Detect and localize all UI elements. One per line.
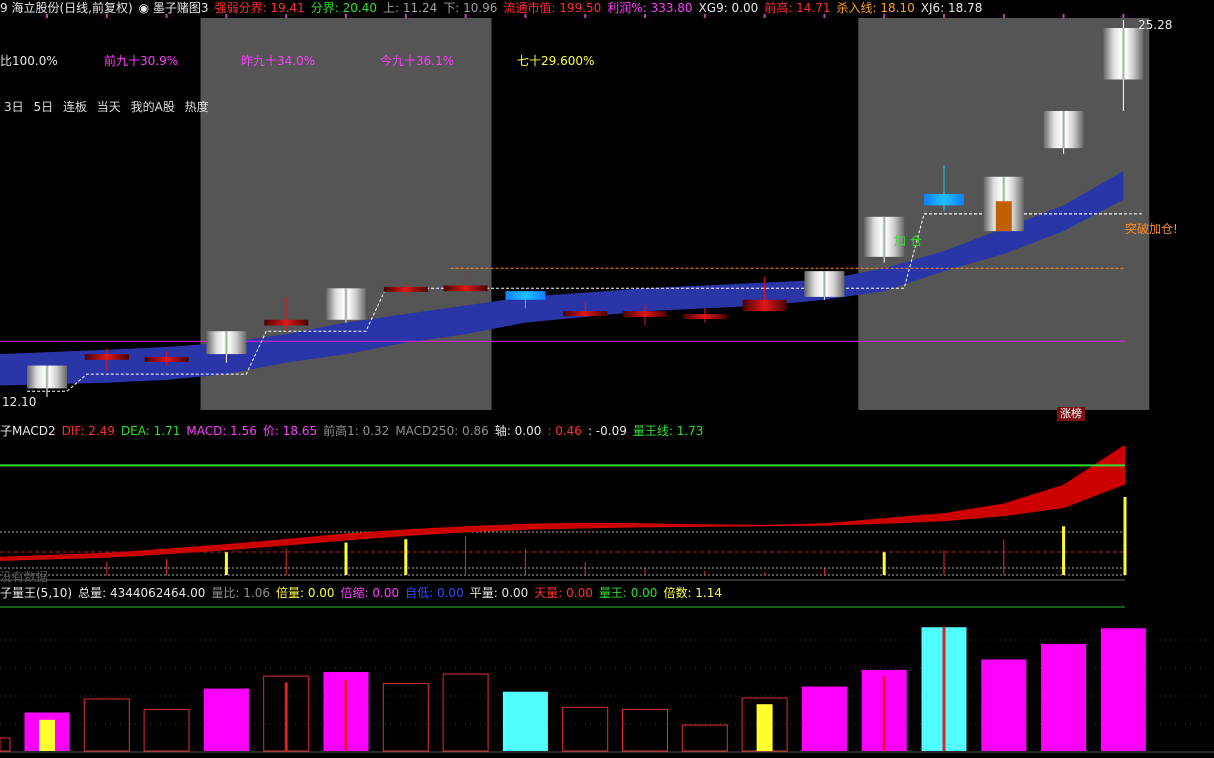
candle-body <box>1103 28 1144 80</box>
macd-item-2: DEA: 1.71 <box>120 424 181 438</box>
vol-inner-red <box>284 682 288 751</box>
candle-body <box>924 193 964 206</box>
hdr-item-9: 前高: 14.71 <box>764 1 831 15</box>
candle-body <box>443 285 488 292</box>
add-position-label: 加 仓 <box>894 234 922 248</box>
candle-body <box>682 314 727 320</box>
tab-3day[interactable]: 3日 <box>4 100 24 114</box>
vol-bar-partial <box>0 737 11 752</box>
hdr-item-5: 下: 10.96 <box>443 1 498 15</box>
vol-inner-red <box>942 627 946 751</box>
vol-bar <box>681 724 728 752</box>
tab-today[interactable]: 当天 <box>97 100 121 114</box>
hdr-item-6: 流通市值: 199.50 <box>503 1 602 15</box>
tab-5day[interactable]: 5日 <box>33 100 53 114</box>
vol-bar <box>203 688 249 751</box>
vol-item-0: 子量王(5,10) <box>0 586 73 600</box>
macd-item-4: 价: 18.65 <box>262 424 318 438</box>
macd-item-7: 轴: 0.00 <box>494 424 542 438</box>
vol-item-8: 量王: 0.00 <box>598 586 658 600</box>
hdr-item-1: ◉ 墨子赌图3 <box>138 1 209 15</box>
vol-inner-yellow <box>39 719 55 751</box>
vol-bar <box>1041 643 1087 751</box>
vol-bar <box>143 708 190 752</box>
pct-label-4: 七十29.600% <box>517 54 595 68</box>
no-data-watermark: 没有数据 <box>0 570 49 584</box>
pct-label-1: 前九十30.9% <box>104 54 179 68</box>
indicator-header: 9 海立股份(日线,前复权) ◉ 墨子赌图3 强弱分界: 19.41 分界: 20.4… <box>0 0 988 16</box>
vol-bar <box>83 698 130 752</box>
vol-item-9: 倍数: 1.14 <box>663 586 723 600</box>
candle-body <box>84 354 129 360</box>
vol-item-6: 平量: 0.00 <box>469 586 529 600</box>
tab-consecutive[interactable]: 连板 <box>63 100 87 114</box>
macd-item-8: : 0.46 <box>547 424 582 438</box>
vol-bar <box>801 686 847 751</box>
hdr-item-7: 利润%: 333.80 <box>607 1 693 15</box>
macd-header: 子MACD2 DIF: 2.49 DEA: 1.71 MACD: 1.56 价: 18.… <box>0 423 709 439</box>
hdr-item-0: 9 海立股份(日线,前复权) <box>0 1 133 15</box>
pct-label-0: 比100.0% <box>0 54 58 68</box>
vol-item-1: 总量: 4344062464.00 <box>78 586 206 600</box>
candle-body <box>264 319 309 326</box>
candle-body <box>326 288 366 320</box>
candle-body <box>1043 110 1084 149</box>
candle-body <box>623 311 667 317</box>
macd-item-3: MACD: 1.56 <box>186 424 257 438</box>
macd-item-6: MACD250: 0.86 <box>395 424 489 438</box>
macd-item-9: : -0.09 <box>587 424 627 438</box>
vol-item-5: 自低: 0.00 <box>405 586 464 600</box>
volume-header: 子量王(5,10) 总量: 4344062464.00 量比: 1.06 倍量: 0.… <box>0 585 728 601</box>
macd-item-1: DIF: 2.49 <box>61 424 115 438</box>
vol-bar <box>442 673 489 752</box>
limit-up-badge[interactable]: 涨榜 <box>1057 407 1085 421</box>
candle-body <box>144 356 189 362</box>
candle-inner-bar <box>995 201 1012 232</box>
hdr-item-11: XJ6: 18.78 <box>920 1 983 15</box>
candle-body <box>206 331 247 355</box>
vol-item-7: 天量: 0.00 <box>534 586 593 600</box>
vol-bar <box>1100 628 1146 751</box>
vol-inner-red <box>882 676 886 751</box>
macd-item-0: 子MACD2 <box>0 424 56 438</box>
candle-body <box>742 299 787 312</box>
vol-inner-yellow <box>756 704 773 751</box>
low-price-label: 12.10 <box>2 395 37 409</box>
hdr-item-8: XG9: 0.00 <box>698 1 759 15</box>
vol-item-3: 倍量: 0.00 <box>275 586 335 600</box>
tab-heat[interactable]: 热度 <box>185 100 209 114</box>
vol-item-4: 倍缩: 0.00 <box>340 586 400 600</box>
vol-bar <box>622 708 668 752</box>
vol-item-2: 量比: 1.06 <box>211 586 270 600</box>
vol-bar <box>502 691 548 751</box>
vol-bar <box>382 682 429 752</box>
candle-body <box>27 365 67 389</box>
hdr-item-2: 强弱分界: 19.41 <box>214 1 305 15</box>
vol-bar <box>981 659 1027 751</box>
vol-inner-red <box>344 680 348 751</box>
pct-label-2: 昨九十34.0% <box>241 54 316 68</box>
macd-fill <box>0 445 1125 561</box>
macd-item-10: 量王线: 1.73 <box>632 424 704 438</box>
candle-body <box>563 311 608 317</box>
candle-body <box>804 271 845 297</box>
hdr-item-3: 分界: 20.40 <box>310 1 377 15</box>
vol-bar <box>562 706 609 752</box>
hdr-item-10: 杀入线: 18.10 <box>836 1 915 15</box>
high-price-label: 25.28 <box>1138 18 1173 32</box>
breakout-label: 突破加仓! <box>1125 222 1178 236</box>
hdr-item-4: 上: 11.24 <box>383 1 438 15</box>
pct-label-3: 今九十36.1% <box>380 54 455 68</box>
macd-item-5: 前高1: 0.32 <box>323 424 390 438</box>
candle-body <box>383 286 428 292</box>
macd-panel <box>0 445 1127 581</box>
candle-body <box>505 291 546 300</box>
quick-tabs: 3日 5日 连板 当天 我的A股 热度 <box>4 98 209 115</box>
volume-panel <box>0 606 1214 753</box>
tab-my-a-shares[interactable]: 我的A股 <box>131 100 175 114</box>
